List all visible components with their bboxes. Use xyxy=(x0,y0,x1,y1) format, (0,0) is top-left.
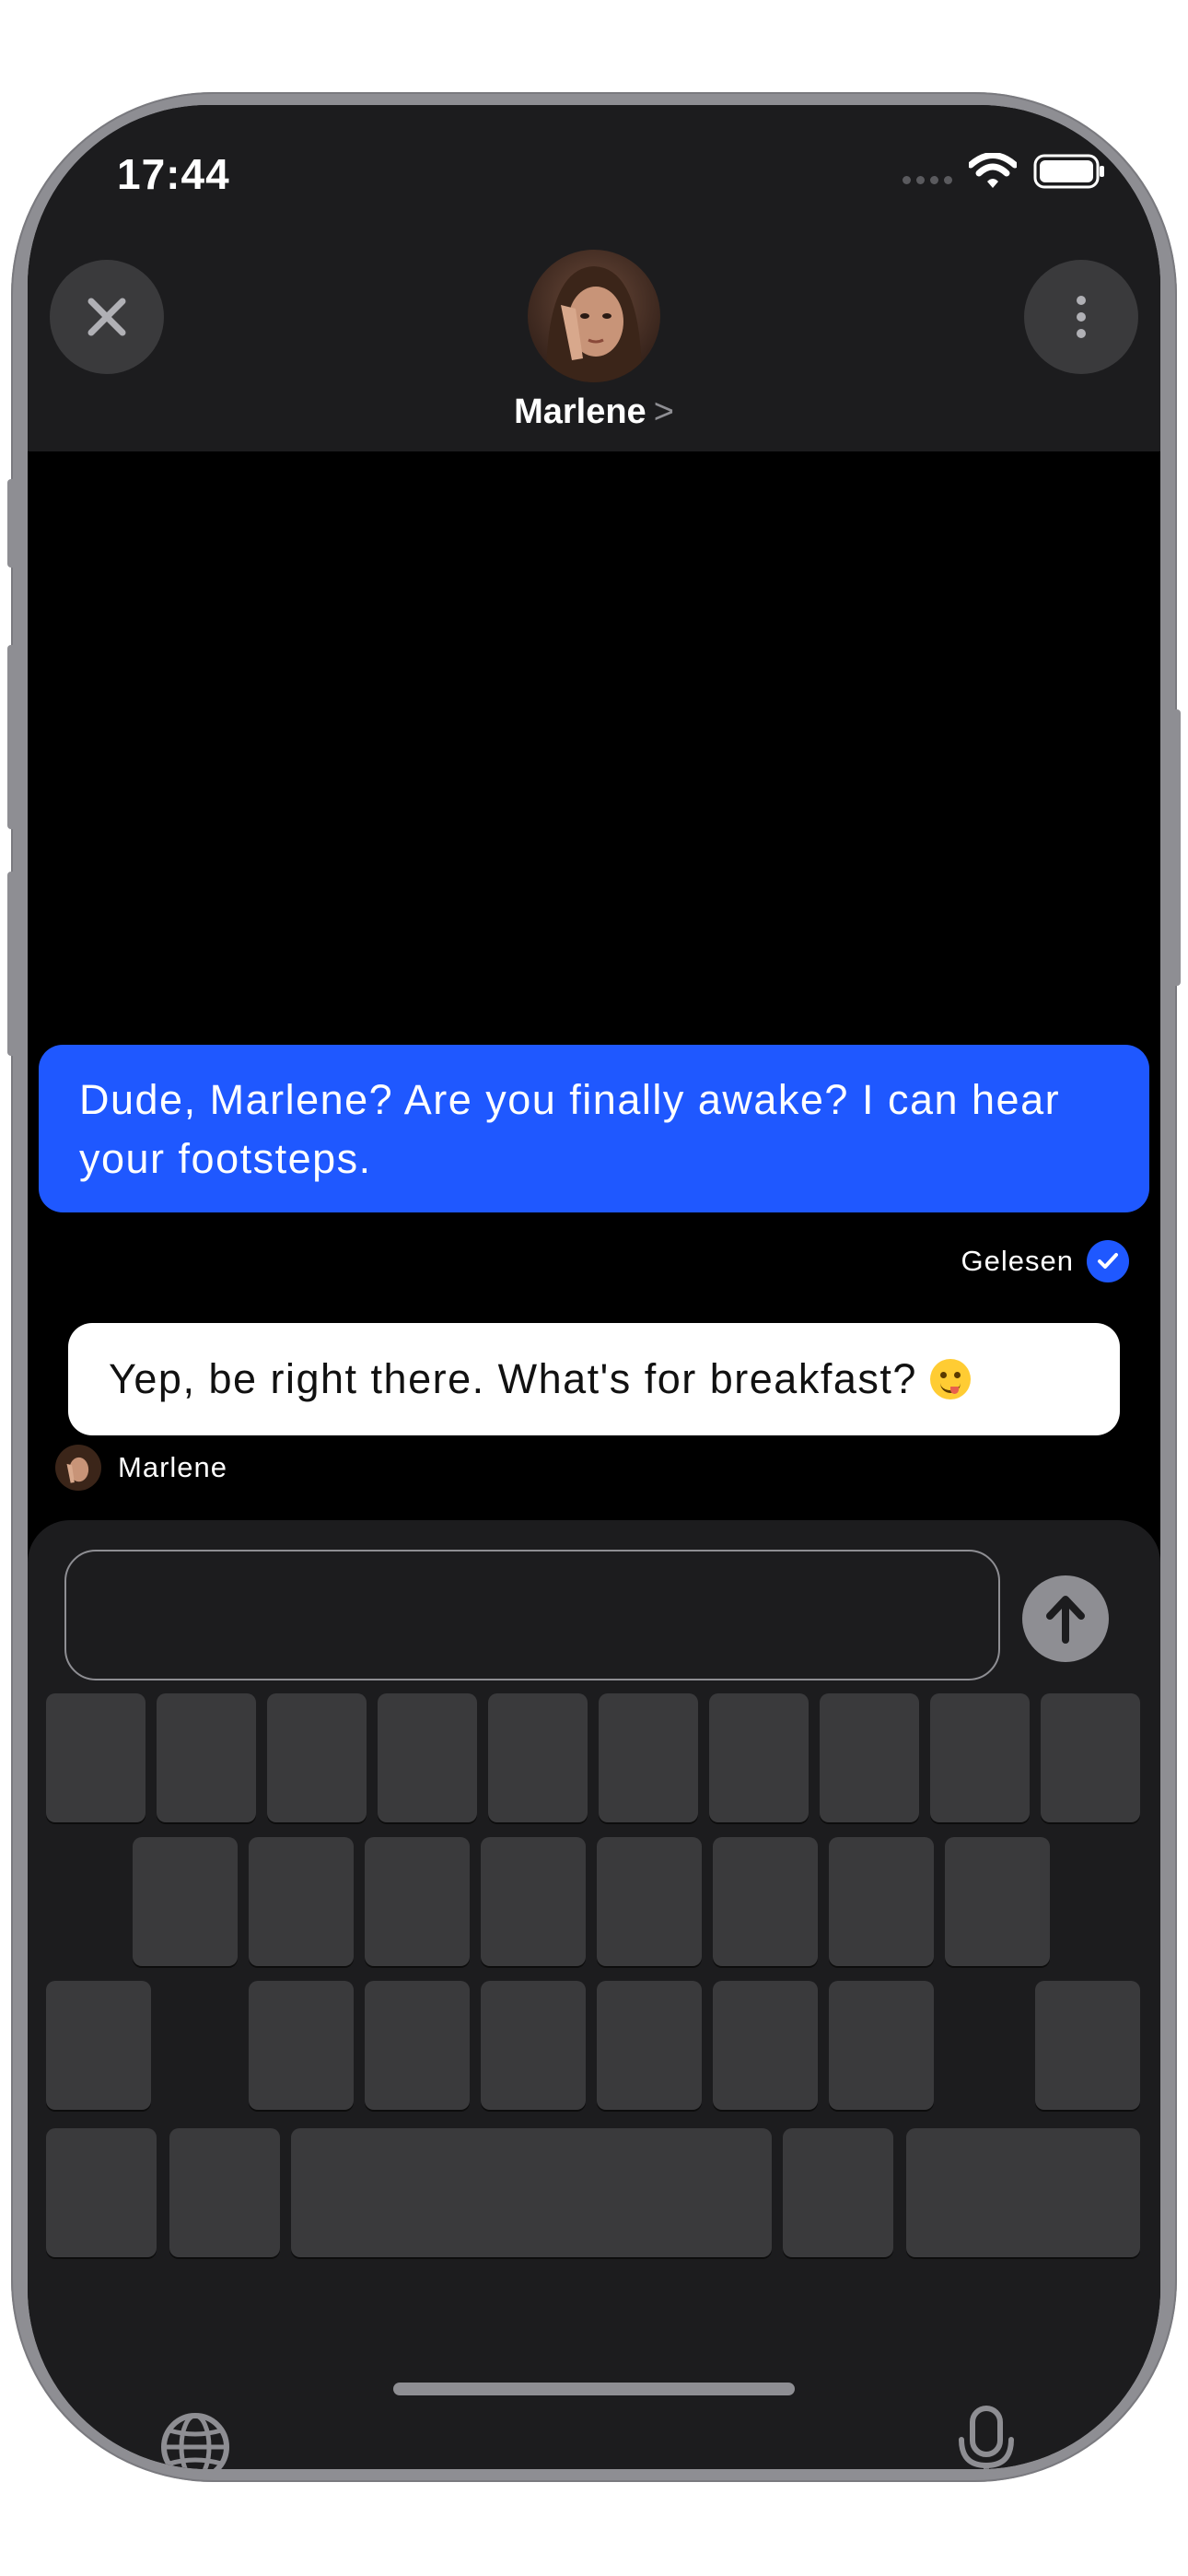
keyboard-key[interactable] xyxy=(169,2128,280,2257)
contact-avatar[interactable] xyxy=(528,250,660,382)
keyboard-key[interactable] xyxy=(481,1981,586,2110)
status-icons xyxy=(903,153,1107,190)
battery-icon xyxy=(1033,154,1104,189)
outgoing-message-bubble[interactable]: Dude, Marlene? Are you finally awake? I … xyxy=(39,1045,1149,1212)
keyboard-key[interactable] xyxy=(713,1837,818,1966)
checkmark-icon xyxy=(1087,1240,1129,1282)
message-input[interactable] xyxy=(64,1550,1000,1680)
keyboard-key[interactable] xyxy=(1035,1981,1140,2110)
close-icon xyxy=(87,298,126,336)
keyboard-key[interactable] xyxy=(709,1693,809,1822)
keyboard-key[interactable] xyxy=(906,2128,1140,2257)
power-button xyxy=(1171,709,1181,986)
action-button xyxy=(7,479,17,568)
message-text: Yep, be right there. What's for breakfas… xyxy=(109,1355,917,1402)
contact-name: Marlene xyxy=(514,392,646,431)
incoming-message-bubble[interactable]: Yep, be right there. What's for breakfas… xyxy=(68,1323,1120,1435)
keyboard-key[interactable] xyxy=(597,1837,702,1966)
sender-name: Marlene xyxy=(118,1451,227,1483)
keyboard-key[interactable] xyxy=(829,1837,934,1966)
read-status-label: Gelesen xyxy=(961,1245,1074,1277)
keyboard-key[interactable] xyxy=(713,1981,818,2110)
cellular-signal-icon xyxy=(903,175,952,184)
status-time: 17:44 xyxy=(117,150,230,198)
keyboard-key[interactable] xyxy=(46,1981,151,2110)
keyboard-key[interactable] xyxy=(133,1837,238,1966)
keyboard-key[interactable] xyxy=(291,2128,772,2257)
keyboard-key[interactable] xyxy=(481,1837,586,1966)
keyboard-key[interactable] xyxy=(46,1693,146,1822)
sender-avatar xyxy=(55,1445,101,1491)
chat-header: 17:44 Marlene > xyxy=(28,105,1160,451)
more-vertical-icon xyxy=(1077,296,1086,338)
screen: 17:44 Marlene > Dude, Marlene? Are you f… xyxy=(28,105,1160,2469)
keyboard-key[interactable] xyxy=(157,1693,256,1822)
keyboard-key[interactable] xyxy=(249,1837,354,1966)
chevron-right-icon: > xyxy=(653,392,674,431)
keyboard-key[interactable] xyxy=(945,1837,1050,1966)
wifi-icon xyxy=(969,153,1017,188)
microphone-icon[interactable] xyxy=(954,2405,1019,2469)
keyboard-key[interactable] xyxy=(820,1693,919,1822)
keyboard-key[interactable] xyxy=(829,1981,934,2110)
keyboard-area xyxy=(28,1520,1160,2469)
more-options-button[interactable] xyxy=(1024,260,1138,374)
send-button[interactable] xyxy=(1022,1575,1109,1662)
message-text: Dude, Marlene? Are you finally awake? I … xyxy=(79,1076,1061,1182)
volume-down-button xyxy=(7,872,17,1056)
arrow-up-icon xyxy=(1046,1596,1085,1644)
keyboard-key[interactable] xyxy=(488,1693,588,1822)
globe-icon[interactable] xyxy=(158,2410,232,2469)
keyboard-key[interactable] xyxy=(597,1981,702,2110)
keyboard-key[interactable] xyxy=(365,1837,470,1966)
volume-up-button xyxy=(7,645,17,829)
keyboard-key[interactable] xyxy=(930,1693,1030,1822)
keyboard-key[interactable] xyxy=(378,1693,477,1822)
keyboard-key[interactable] xyxy=(365,1981,470,2110)
contact-name-link[interactable]: Marlene > xyxy=(28,392,1160,432)
keyboard-key[interactable] xyxy=(783,2128,893,2257)
read-receipt: Gelesen xyxy=(961,1240,1129,1282)
yum-face-emoji xyxy=(929,1359,971,1399)
message-sender: Marlene xyxy=(55,1445,227,1491)
close-button[interactable] xyxy=(50,260,164,374)
keyboard-key[interactable] xyxy=(1041,1693,1140,1822)
home-indicator[interactable] xyxy=(393,2383,795,2395)
keyboard-key[interactable] xyxy=(46,2128,157,2257)
keyboard-key[interactable] xyxy=(599,1693,698,1822)
keyboard-key[interactable] xyxy=(267,1693,367,1822)
keyboard-key[interactable] xyxy=(249,1981,354,2110)
